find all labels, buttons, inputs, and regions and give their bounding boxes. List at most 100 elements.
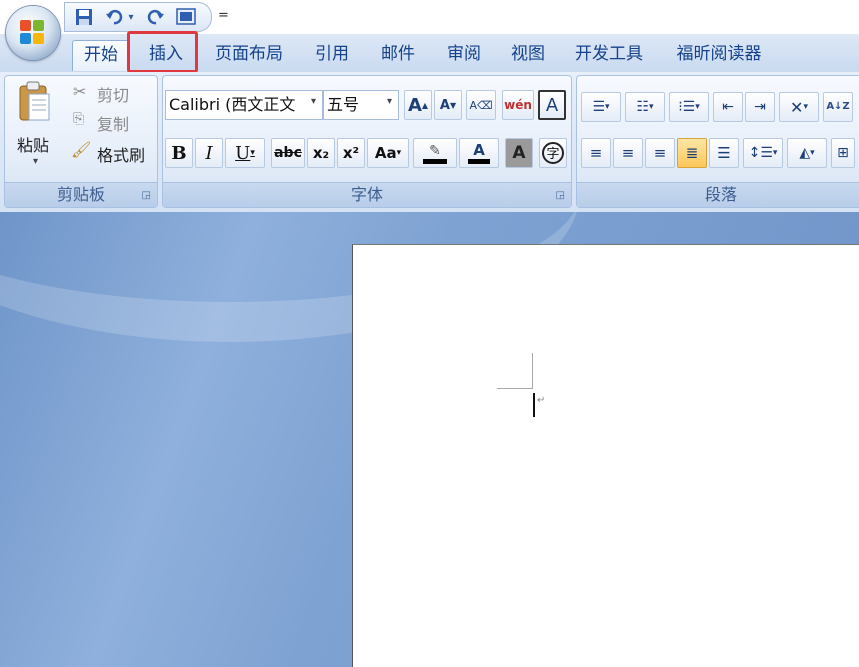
borders-icon: ⊞ <box>837 145 849 161</box>
phonetic-guide-icon: wén <box>504 98 532 112</box>
tab-developer[interactable]: 开发工具 <box>566 40 652 70</box>
font-name-combobox[interactable]: Calibri (西文正文 <box>165 90 323 120</box>
font-group-label: 字体 <box>163 182 571 207</box>
font-color-icon: A <box>473 140 485 159</box>
change-case-icon: Aa <box>374 144 397 162</box>
format-painter-button[interactable]: 格式刷 <box>97 142 145 166</box>
insert-tab-highlight <box>127 31 198 73</box>
shading-button[interactable]: ◭ ▾ <box>787 138 827 168</box>
font-size-dropdown-icon[interactable]: ▾ <box>387 96 392 107</box>
numbering-icon: ☷ <box>636 99 650 115</box>
numbering-button[interactable]: ☷ ▾ <box>625 92 665 122</box>
borders-button[interactable]: ⊞ <box>831 138 855 168</box>
paragraph-group-label: 段落 <box>577 182 859 207</box>
font-name-dropdown-icon[interactable]: ▾ <box>311 96 316 107</box>
highlight-color-bar <box>423 158 447 164</box>
character-border-icon: A <box>545 94 559 116</box>
multilevel-list-icon: ⁝☰ <box>678 99 696 115</box>
highlighter-icon: ✎ <box>429 142 441 159</box>
decrease-indent-icon: ⇤ <box>722 99 734 115</box>
font-group: Calibri (西文正文 ▾ 五号 ▾ A ▲ A ▼ A⌫ wén A B I … <box>162 75 572 208</box>
bold-button[interactable]: B <box>165 138 193 168</box>
distributed-button[interactable]: ☰ <box>709 138 739 168</box>
redo-icon[interactable] <box>145 6 167 28</box>
align-center-icon: ≡ <box>621 144 635 162</box>
watermark-brand: Baidu 经验 <box>646 593 813 628</box>
chinese-layout-icon: ✕ <box>790 97 804 117</box>
subscript-button[interactable]: x₂ <box>307 138 335 168</box>
tab-review[interactable]: 审阅 <box>436 40 492 70</box>
tab-references[interactable]: 引用 <box>304 40 360 70</box>
enclose-characters-icon: 字 <box>542 142 564 164</box>
clear-formatting-button[interactable]: A⌫ <box>466 90 496 120</box>
copy-button[interactable]: 复制 <box>97 111 129 135</box>
character-border-button[interactable]: A <box>538 90 566 120</box>
grow-font-icon: A <box>407 94 422 116</box>
customize-qat-button[interactable]: = <box>218 8 229 23</box>
paint-bucket-icon: ◭ <box>799 145 811 161</box>
text-highlight-color-button[interactable]: ✎ <box>413 138 457 168</box>
cut-scissors-icon: ✂ <box>73 82 87 101</box>
paste-dropdown-arrow-icon[interactable]: ▾ <box>33 156 38 167</box>
line-spacing-icon: ↕☰ <box>748 145 773 161</box>
paste-icon[interactable] <box>17 80 51 124</box>
superscript-button[interactable]: x² <box>337 138 365 168</box>
underline-button[interactable]: U ▾ <box>225 138 265 168</box>
office-button[interactable] <box>6 6 60 60</box>
distributed-icon: ☰ <box>717 144 731 162</box>
character-shading-button[interactable]: A <box>505 138 533 168</box>
decrease-indent-button[interactable]: ⇤ <box>713 92 743 122</box>
print-preview-icon[interactable] <box>175 6 197 28</box>
paste-button[interactable]: 粘贴 <box>17 132 49 156</box>
text-cursor <box>533 393 535 417</box>
dropdown-arrow-icon[interactable]: ▾ <box>125 6 137 28</box>
cut-button[interactable]: 剪切 <box>97 82 129 106</box>
office-logo-icon <box>20 20 46 46</box>
tab-foxit-reader[interactable]: 福昕阅读器 <box>666 40 772 70</box>
save-icon[interactable] <box>73 6 95 28</box>
clipboard-group-label: 剪贴板 <box>5 182 157 207</box>
multilevel-list-button[interactable]: ⁝☰ ▾ <box>669 92 709 122</box>
baidu-watermark: Baidu 经验 jingyan.baidu.com <box>646 585 813 645</box>
tab-mailings[interactable]: 邮件 <box>370 40 426 70</box>
increase-indent-button[interactable]: ⇥ <box>745 92 775 122</box>
align-right-button[interactable]: ≡ <box>645 138 675 168</box>
align-left-button[interactable]: ≡ <box>581 138 611 168</box>
shrink-font-icon: A <box>439 97 450 113</box>
enclose-characters-button[interactable]: 字 <box>539 138 567 168</box>
bullets-button[interactable]: ☰ ▾ <box>581 92 621 122</box>
clipboard-dialog-launcher-icon[interactable]: ◲ <box>142 190 151 201</box>
clipboard-group: 粘贴 ▾ ✂ 剪切 ⎘ 复制 🖌 格式刷 剪贴板 ◲ <box>4 75 158 208</box>
tab-home[interactable]: 开始 <box>72 40 130 71</box>
align-left-icon: ≡ <box>589 144 603 162</box>
chinese-layout-button[interactable]: ✕ ▾ <box>779 92 819 122</box>
sort-button[interactable]: A↓Z <box>823 92 853 122</box>
ribbon: 粘贴 ▾ ✂ 剪切 ⎘ 复制 🖌 格式刷 剪贴板 ◲ Calibri (西文正文… <box>0 72 859 212</box>
quick-access-toolbar: ▾ <box>64 2 212 32</box>
justify-icon: ≣ <box>685 144 699 162</box>
change-case-button[interactable]: Aa ▾ <box>367 138 409 168</box>
justify-button[interactable]: ≣ <box>677 138 707 168</box>
bullets-icon: ☰ <box>592 99 606 115</box>
font-color-bar <box>468 158 490 164</box>
paragraph-mark-icon: ↵ <box>537 395 546 406</box>
phonetic-guide-button[interactable]: wén <box>502 90 534 120</box>
tab-view[interactable]: 视图 <box>500 40 556 70</box>
strikethrough-button[interactable]: abc <box>271 138 305 168</box>
shrink-font-button[interactable]: A ▼ <box>434 90 462 120</box>
font-color-button[interactable]: A <box>459 138 499 168</box>
format-painter-icon: 🖌 <box>71 140 92 159</box>
line-spacing-button[interactable]: ↕☰ ▾ <box>743 138 783 168</box>
tab-page-layout[interactable]: 页面布局 <box>206 40 292 70</box>
increase-indent-icon: ⇥ <box>754 99 766 115</box>
italic-button[interactable]: I <box>195 138 223 168</box>
font-dialog-launcher-icon[interactable]: ◲ <box>556 190 565 201</box>
copy-icon: ⎘ <box>73 111 85 127</box>
align-center-button[interactable]: ≡ <box>613 138 643 168</box>
watermark-url: jingyan.baidu.com <box>683 629 813 645</box>
paragraph-group: ☰ ▾ ☷ ▾ ⁝☰ ▾ ⇤ ⇥ ✕ ▾ A↓Z ≡ ≡ ≡ ≣ ☰ ↕☰ ▾ ◭ ▾ ⊞ … <box>576 75 859 208</box>
undo-icon[interactable] <box>103 6 125 28</box>
margin-corner-marker <box>497 353 533 389</box>
clear-formatting-icon: A⌫ <box>469 98 493 112</box>
grow-font-button[interactable]: A ▲ <box>404 90 432 120</box>
